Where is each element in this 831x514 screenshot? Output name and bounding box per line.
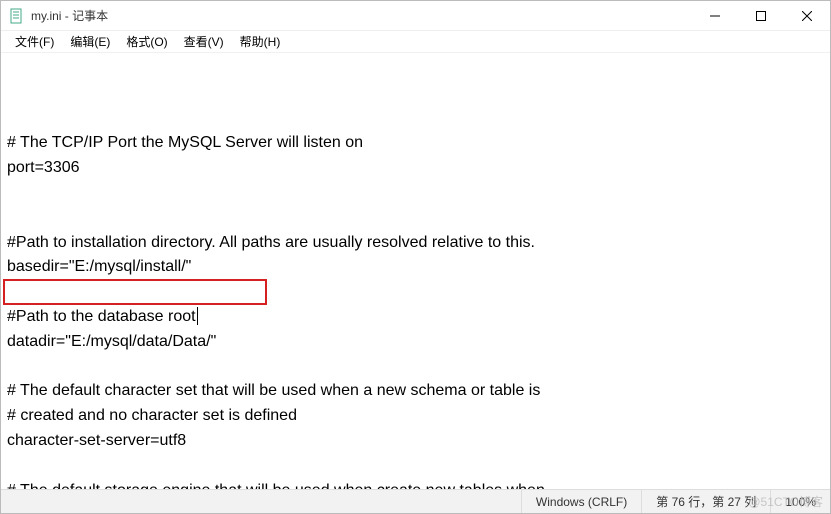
notepad-window: my.ini - 记事本 文件(F) 编辑(E) 格式(O) 查看(V) 帮助(…: [0, 0, 831, 514]
menu-view[interactable]: 查看(V): [176, 31, 232, 52]
minimize-button[interactable]: [692, 1, 738, 30]
window-title: my.ini - 记事本: [31, 7, 692, 24]
window-controls: [692, 1, 830, 30]
editor-line: #Path to installation directory. All pat…: [7, 231, 824, 256]
maximize-icon: [756, 11, 766, 21]
text-caret: [197, 307, 198, 325]
editor-line: [7, 454, 824, 479]
text-editor[interactable]: # The TCP/IP Port the MySQL Server will …: [1, 53, 830, 489]
menu-help[interactable]: 帮助(H): [232, 31, 289, 52]
editor-line: # The default storage engine that will b…: [7, 479, 824, 489]
editor-line: [7, 355, 824, 380]
menubar: 文件(F) 编辑(E) 格式(O) 查看(V) 帮助(H): [1, 31, 830, 53]
editor-line: character-set-server=utf8: [7, 429, 824, 454]
editor-line: basedir="E:/mysql/install/": [7, 255, 824, 280]
editor-line: # The TCP/IP Port the MySQL Server will …: [7, 131, 824, 156]
minimize-icon: [710, 11, 720, 21]
editor-line: [7, 206, 824, 231]
app-icon: [9, 8, 25, 24]
menu-file[interactable]: 文件(F): [7, 31, 62, 52]
editor-line: #Path to the database root: [7, 305, 824, 330]
editor-line: # The default character set that will be…: [7, 379, 824, 404]
menu-edit[interactable]: 编辑(E): [62, 31, 118, 52]
maximize-button[interactable]: [738, 1, 784, 30]
watermark: @51CTO博客: [748, 493, 823, 510]
menu-format[interactable]: 格式(O): [118, 31, 175, 52]
editor-line: datadir="E:/mysql/data/Data/": [7, 330, 824, 355]
editor-line: port=3306: [7, 156, 824, 181]
editor-line: [7, 181, 824, 206]
close-icon: [802, 11, 812, 21]
close-button[interactable]: [784, 1, 830, 30]
editor-line: # created and no character set is define…: [7, 404, 824, 429]
statusbar: Windows (CRLF) 第 76 行，第 27 列 100%: [1, 489, 830, 513]
status-encoding: Windows (CRLF): [521, 490, 641, 513]
editor-line: [7, 280, 824, 305]
titlebar[interactable]: my.ini - 记事本: [1, 1, 830, 31]
